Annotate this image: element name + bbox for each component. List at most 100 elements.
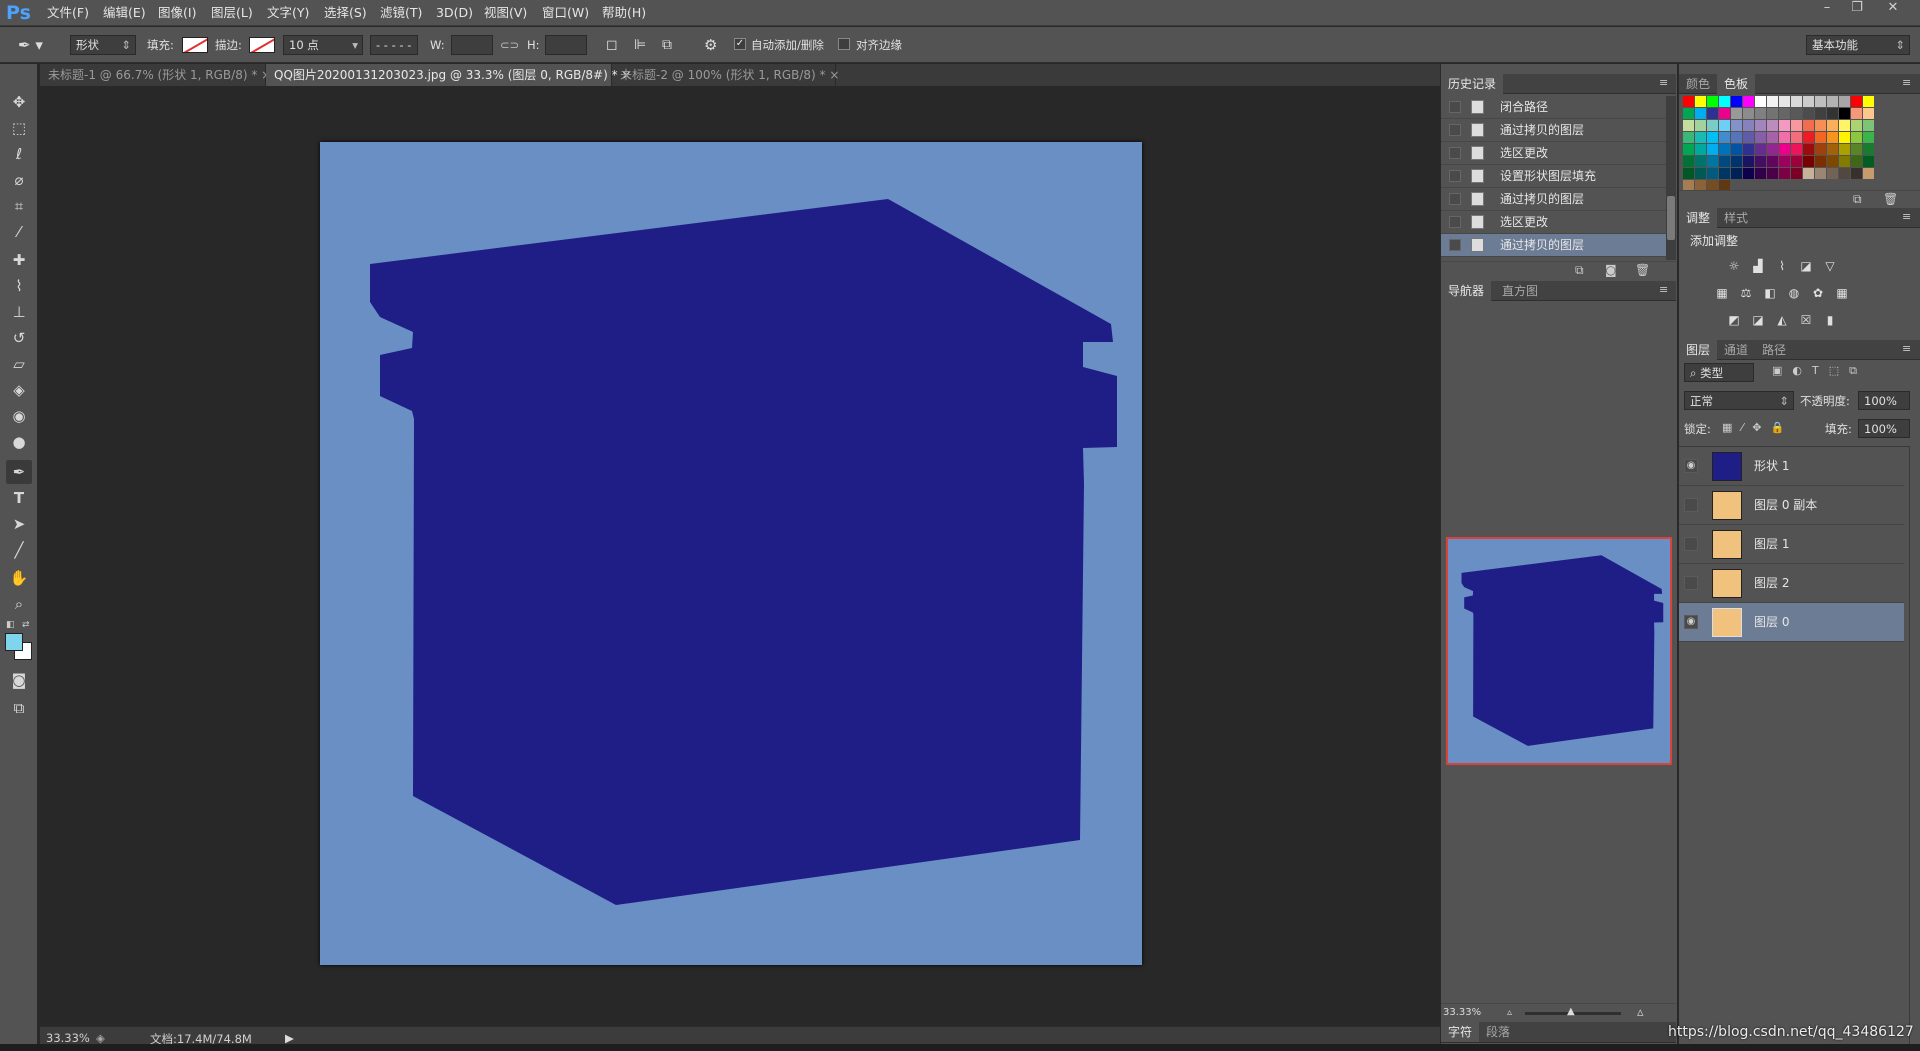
crop-tool-icon[interactable]: ⌗ — [6, 194, 32, 218]
color-swatch[interactable] — [1695, 108, 1706, 119]
balance-icon[interactable]: ⚖ — [1738, 285, 1754, 301]
eye-icon[interactable]: ◉ — [1684, 615, 1698, 629]
menu-3d[interactable]: 3D(D) — [436, 0, 473, 26]
color-swatch[interactable] — [1683, 108, 1694, 119]
history-item[interactable]: 通过拷贝的图层 — [1441, 188, 1666, 211]
color-swatch[interactable] — [1743, 144, 1754, 155]
trash-icon[interactable]: 🗑 — [1635, 263, 1650, 277]
color-swatch[interactable] — [1791, 168, 1802, 179]
layer-row-shape-1[interactable]: ◉ 形状 1 — [1679, 447, 1904, 486]
color-swatch[interactable] — [1779, 144, 1790, 155]
path-align-icon[interactable]: ⊫ — [634, 35, 646, 55]
color-swatch[interactable] — [1767, 156, 1778, 167]
zoom-in-icon[interactable]: ▵ — [1637, 1005, 1644, 1020]
new-swatch-icon[interactable]: ⧉ — [1853, 192, 1862, 207]
stroke-size-input[interactable]: 10 点 ▾ — [283, 35, 363, 55]
color-swatch[interactable] — [1827, 96, 1838, 107]
color-swatch[interactable] — [1779, 132, 1790, 143]
color-swatch[interactable] — [1863, 168, 1874, 179]
color-swatch[interactable] — [1839, 96, 1850, 107]
color-swatch[interactable] — [1695, 168, 1706, 179]
color-swatch[interactable] — [1755, 108, 1766, 119]
curves-icon[interactable]: ⌇ — [1774, 258, 1790, 274]
color-swatch[interactable] — [1719, 132, 1730, 143]
color-swatch[interactable] — [1851, 120, 1862, 131]
color-swatch[interactable] — [1719, 96, 1730, 107]
color-swatch[interactable] — [1707, 96, 1718, 107]
gradientmap-icon[interactable]: ▮ — [1822, 312, 1838, 328]
tab-character[interactable]: 字符 — [1441, 1022, 1480, 1042]
link-icon[interactable]: ⊂⊃ — [500, 35, 519, 55]
color-swatch[interactable] — [1863, 144, 1874, 155]
color-swatch[interactable] — [1743, 120, 1754, 131]
color-swatch[interactable] — [1827, 168, 1838, 179]
pen-tool-icon[interactable]: ✒ — [6, 460, 32, 484]
color-swatch[interactable] — [1779, 156, 1790, 167]
stroke-type-select[interactable]: - - - - - — [370, 35, 418, 55]
color-swatch[interactable] — [1719, 120, 1730, 131]
eye-hidden-icon[interactable] — [1684, 498, 1698, 512]
color-swatch[interactable] — [1767, 144, 1778, 155]
color-swatch[interactable] — [1731, 132, 1742, 143]
tab-qq-image[interactable]: QQ图片20200131203023.jpg @ 33.3% (图层 0, RG… — [266, 64, 631, 86]
width-input[interactable] — [451, 35, 493, 55]
menu-type[interactable]: 文字(Y) — [267, 0, 309, 26]
color-swatch[interactable] — [1695, 120, 1706, 131]
color-swatch[interactable] — [1731, 108, 1742, 119]
color-swatch[interactable] — [1863, 120, 1874, 131]
color-swatch[interactable] — [1767, 168, 1778, 179]
color-swatch[interactable] — [1791, 132, 1802, 143]
tab-close-icon[interactable]: × — [829, 68, 839, 82]
color-swatch[interactable] — [1695, 144, 1706, 155]
restore-icon[interactable]: ❐ — [1842, 0, 1872, 18]
line-tool-icon[interactable]: ╱ — [6, 538, 32, 562]
color-swatch[interactable] — [1707, 132, 1718, 143]
color-swatch[interactable] — [1827, 120, 1838, 131]
color-swatch[interactable] — [1839, 120, 1850, 131]
camera-icon[interactable]: ◙ — [1605, 263, 1617, 277]
history-item[interactable]: 设置形状图层填充 — [1441, 165, 1666, 188]
hand-tool-icon[interactable]: ✋ — [6, 566, 32, 590]
fill-swatch[interactable] — [182, 37, 208, 53]
history-item[interactable]: 选区更改 — [1441, 211, 1666, 234]
color-swatch[interactable] — [1695, 156, 1706, 167]
color-swatch[interactable] — [1743, 108, 1754, 119]
threshold-icon[interactable]: ◭ — [1774, 312, 1790, 328]
color-swatch[interactable] — [1791, 120, 1802, 131]
history-snapshot-checkbox[interactable] — [1449, 216, 1461, 228]
tab-styles[interactable]: 样式 — [1717, 208, 1755, 228]
color-swatch[interactable] — [1815, 144, 1826, 155]
eye-hidden-icon[interactable] — [1684, 537, 1698, 551]
tab-adjustments[interactable]: 调整 — [1679, 208, 1718, 228]
color-swatch[interactable] — [1791, 156, 1802, 167]
menu-image[interactable]: 图像(I) — [158, 0, 196, 26]
color-swatch[interactable] — [1755, 156, 1766, 167]
history-item[interactable]: 选区更改 — [1441, 142, 1666, 165]
color-swatch[interactable] — [1815, 120, 1826, 131]
color-swatch[interactable] — [1683, 156, 1694, 167]
path-selection-tool-icon[interactable]: ➤ — [6, 512, 32, 536]
lock-icons[interactable]: ▦⁄✥🔒 — [1722, 421, 1822, 437]
path-ops-icon[interactable]: ◻ — [606, 35, 618, 55]
color-swatch[interactable] — [1827, 144, 1838, 155]
history-item[interactable]: 闭合路径 — [1441, 96, 1666, 119]
scrollbar-thumb[interactable] — [1667, 196, 1675, 240]
color-swatch[interactable] — [1815, 96, 1826, 107]
color-swatch[interactable] — [1815, 156, 1826, 167]
quick-select-tool-icon[interactable]: ⌀ — [6, 168, 32, 192]
menu-edit[interactable]: 编辑(E) — [103, 0, 146, 26]
clone-stamp-tool-icon[interactable]: ⊥ — [6, 300, 32, 324]
color-swatch[interactable] — [1839, 132, 1850, 143]
color-swatch[interactable] — [1839, 156, 1850, 167]
eye-icon[interactable]: ◉ — [1684, 459, 1698, 473]
levels-icon[interactable]: ▟ — [1750, 258, 1766, 274]
color-swatch[interactable] — [1779, 108, 1790, 119]
tab-navigator[interactable]: 导航器 — [1441, 281, 1492, 301]
color-swatch[interactable] — [1803, 144, 1814, 155]
color-swatch[interactable] — [1683, 120, 1694, 131]
history-item-selected[interactable]: 通过拷贝的图层 — [1441, 234, 1666, 257]
layer-filter-select[interactable]: ⌕ 类型 — [1684, 363, 1754, 382]
stroke-swatch[interactable] — [249, 37, 275, 53]
zoom-out-icon[interactable]: ▵ — [1507, 1007, 1512, 1018]
tab-histogram[interactable]: 直方图 — [1495, 281, 1545, 301]
